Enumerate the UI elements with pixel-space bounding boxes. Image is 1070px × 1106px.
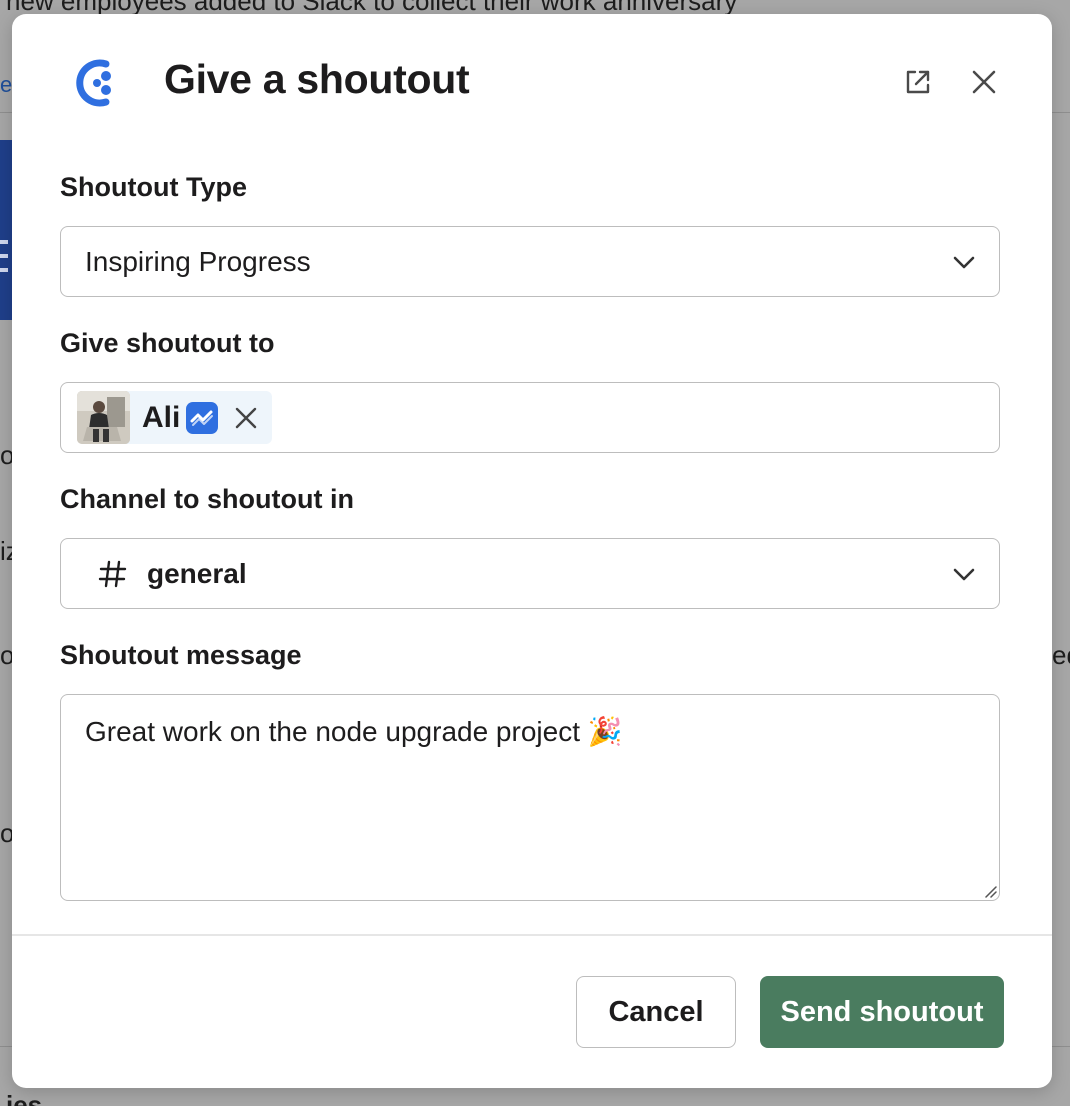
background-image bbox=[0, 140, 12, 320]
chevron-down-icon bbox=[953, 568, 975, 581]
modal-header: Give a shoutout bbox=[12, 14, 1052, 154]
close-icon bbox=[236, 407, 257, 428]
shoutout-modal: Give a shoutout Shoutout Type Inspiring … bbox=[12, 14, 1052, 1088]
avatar bbox=[77, 391, 130, 444]
channel-value: general bbox=[147, 557, 247, 589]
open-external-button[interactable] bbox=[898, 62, 938, 102]
recipient-label: Give shoutout to bbox=[60, 328, 275, 358]
message-text: Great work on the node upgrade project 🎉 bbox=[85, 716, 623, 747]
message-textarea[interactable]: Great work on the node upgrade project 🎉 bbox=[60, 694, 1000, 901]
shoutout-type-label: Shoutout Type bbox=[60, 172, 247, 202]
background-fragment: ed bbox=[1052, 640, 1070, 670]
recipient-field[interactable]: Ali bbox=[60, 382, 1000, 453]
app-logo-icon bbox=[76, 59, 111, 107]
send-shoutout-button[interactable]: Send shoutout bbox=[760, 976, 1004, 1048]
status-badge-icon bbox=[186, 401, 219, 434]
resize-handle-icon[interactable] bbox=[981, 882, 997, 898]
chevron-down-icon bbox=[953, 256, 975, 269]
channel-label: Channel to shoutout in bbox=[60, 484, 354, 514]
external-link-icon bbox=[906, 70, 930, 94]
background-fragment: e bbox=[0, 72, 13, 97]
shoutout-type-select[interactable]: Inspiring Progress bbox=[60, 226, 1000, 297]
close-button[interactable] bbox=[964, 62, 1004, 102]
recipient-name: Ali bbox=[142, 400, 181, 434]
remove-recipient-button[interactable] bbox=[232, 404, 260, 432]
cancel-button[interactable]: Cancel bbox=[576, 976, 736, 1048]
recipient-chip: Ali bbox=[77, 391, 273, 444]
close-icon bbox=[972, 70, 996, 94]
channel-select[interactable]: general bbox=[60, 538, 1000, 609]
message-label: Shoutout message bbox=[60, 640, 302, 670]
footer-divider bbox=[12, 934, 1052, 936]
hash-icon bbox=[98, 560, 127, 587]
background-fragment: ies bbox=[6, 1090, 43, 1106]
modal-title: Give a shoutout bbox=[164, 56, 470, 102]
shoutout-type-value: Inspiring Progress bbox=[85, 245, 311, 277]
